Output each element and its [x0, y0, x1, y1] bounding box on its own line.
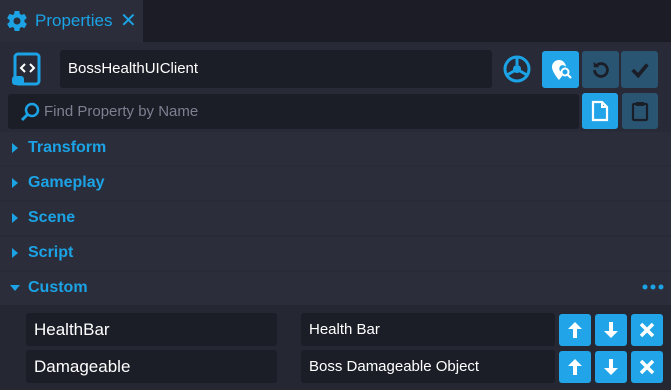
- section-label: Script: [28, 244, 74, 261]
- copy-button[interactable]: [582, 93, 618, 129]
- move-up-button[interactable]: [559, 351, 591, 383]
- chevron-right-icon: [12, 178, 18, 188]
- title-bar: Properties ✕: [0, 0, 671, 42]
- move-down-button[interactable]: [595, 351, 627, 383]
- close-icon[interactable]: ✕: [120, 9, 137, 33]
- tab-title: Properties: [35, 11, 113, 30]
- section-scene[interactable]: Scene: [0, 202, 671, 235]
- networked-icon[interactable]: [500, 52, 534, 86]
- move-down-button[interactable]: [595, 314, 627, 346]
- pin-button[interactable]: [542, 51, 579, 88]
- custom-property-value[interactable]: Health Bar: [301, 313, 555, 346]
- section-label: Gameplay: [28, 174, 105, 191]
- chevron-down-icon: [10, 285, 20, 291]
- arrow-down-icon: [604, 359, 618, 375]
- arrow-up-icon: [568, 322, 582, 338]
- section-label: Transform: [28, 139, 107, 156]
- search-box[interactable]: [8, 94, 579, 129]
- script-icon: [12, 52, 41, 86]
- move-up-button[interactable]: [559, 314, 591, 346]
- section-label: Scene: [28, 209, 76, 226]
- chevron-right-icon: [12, 213, 18, 223]
- paste-button[interactable]: [622, 93, 658, 129]
- search-icon: [20, 102, 40, 122]
- copy-icon: [591, 100, 609, 122]
- custom-property-name[interactable]: HealthBar: [26, 313, 277, 346]
- apply-button[interactable]: [621, 51, 658, 88]
- reset-icon: [592, 61, 609, 78]
- object-name-field[interactable]: BossHealthUIClient: [60, 50, 492, 88]
- section-label: Custom: [28, 279, 88, 296]
- section-custom[interactable]: Custom: [0, 272, 671, 305]
- section-transform[interactable]: Transform: [0, 132, 671, 165]
- close-icon: [639, 359, 655, 375]
- custom-property-name[interactable]: Damageable: [26, 350, 277, 383]
- search-input[interactable]: [44, 94, 564, 129]
- delete-property-button[interactable]: [631, 351, 663, 383]
- arrow-down-icon: [604, 322, 618, 338]
- checkmark-icon: [630, 62, 649, 78]
- pin-icon: [551, 59, 572, 80]
- paste-icon: [631, 102, 649, 122]
- reset-button[interactable]: [582, 51, 619, 88]
- tab-properties[interactable]: Properties ✕: [0, 0, 143, 42]
- section-gameplay[interactable]: Gameplay: [0, 167, 671, 200]
- custom-property-value[interactable]: Boss Damageable Object: [301, 350, 555, 383]
- delete-property-button[interactable]: [631, 314, 663, 346]
- more-options-icon[interactable]: [641, 282, 665, 292]
- gear-icon: [7, 11, 27, 32]
- chevron-right-icon: [12, 248, 18, 258]
- chevron-right-icon: [12, 143, 18, 153]
- section-script[interactable]: Script: [0, 237, 671, 270]
- arrow-up-icon: [568, 359, 582, 375]
- close-icon: [639, 322, 655, 338]
